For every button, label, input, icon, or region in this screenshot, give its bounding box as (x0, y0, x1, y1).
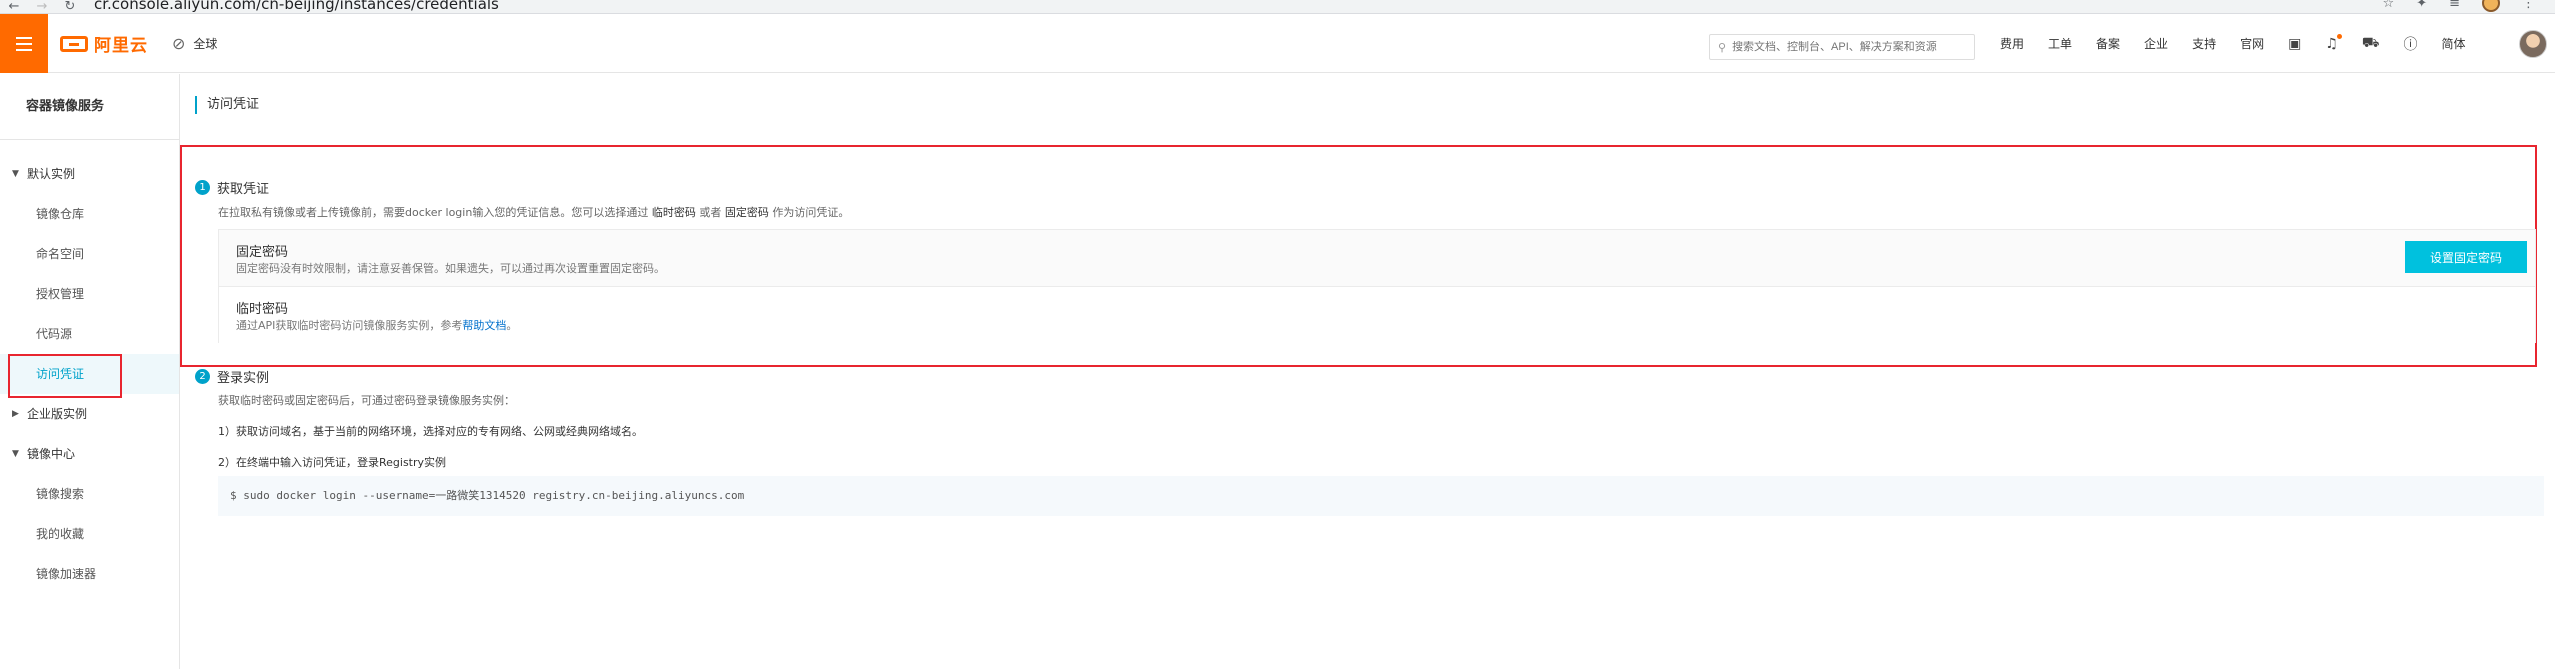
fixed-password-desc: 固定密码没有时效限制，请注意妥善保管。如果遗失，可以通过再次设置重置固定密码。 (236, 262, 665, 275)
step-number-badge: 1 (195, 180, 210, 195)
caret-down-icon: ▼ (12, 449, 19, 459)
credential-options-panel: 固定密码 固定密码没有时效限制，请注意妥善保管。如果遗失，可以通过再次设置重置固… (218, 229, 2536, 344)
sidebar-item-accelerator[interactable]: 镜像加速器 (0, 554, 179, 594)
bookmark-star-icon[interactable]: ☆ (2383, 0, 2395, 12)
sidebar-title: 容器镜像服务 (0, 74, 179, 140)
sidebar-item-repositories[interactable]: 镜像仓库 (0, 194, 179, 234)
docker-login-command[interactable]: $ sudo docker login --username=一路微笑13145… (218, 476, 2544, 516)
temp-password-row: 临时密码 通过API获取临时密码访问镜像服务实例，参考帮助文档。 (219, 287, 2535, 344)
temp-desc-text: 通过API获取临时密码访问镜像服务实例，参考 (236, 319, 463, 332)
menu-icon-bar (16, 42, 32, 45)
desc-emphasis-fixed: 固定密码 (724, 206, 769, 219)
language-switch[interactable]: 简体 (2442, 35, 2466, 52)
nav-link-website[interactable]: 官网 (2240, 35, 2264, 52)
menu-icon-bar (16, 36, 32, 39)
browser-profile-avatar[interactable] (2482, 0, 2500, 12)
temp-desc-suffix: 。 (506, 319, 518, 332)
temp-password-desc: 通过API获取临时密码访问镜像服务实例，参考帮助文档。 (236, 317, 517, 333)
step-2-line-2: 2）在终端中输入访问凭证，登录Registry实例 (218, 456, 447, 469)
step-2-description: 获取临时密码或固定密码后，可通过密码登录镜像服务实例： (218, 394, 515, 407)
page-title: 访问凭证 (195, 96, 259, 114)
sidebar-item-namespaces[interactable]: 命名空间 (0, 234, 179, 274)
top-nav-links: 费用 工单 备案 企业 支持 官网 ▣ ♫ ⛟ ⓘ 简体 (2000, 14, 2490, 73)
nav-link-support[interactable]: 支持 (2192, 35, 2216, 52)
global-search[interactable]: ⚲ (1709, 34, 1975, 60)
fixed-password-title: 固定密码 (236, 245, 289, 260)
sidebar-group-enterprise-instance[interactable]: ▶ 企业版实例 (0, 394, 179, 434)
console-top-nav: 阿里云 ⊘ 全球 ⚲ 费用 工单 备案 企业 支持 官网 ▣ ♫ ⛟ ⓘ 简体 (0, 14, 2555, 73)
step-title: 登录实例 (217, 371, 270, 386)
aliyun-logo-mark-icon (60, 35, 88, 52)
desc-text: 或者 (695, 206, 725, 219)
browser-toolbar: ← → ↻ cr.console.aliyun.com/cn-beijing/i… (0, 0, 2555, 14)
terminal-icon[interactable]: ▣ (2288, 36, 2301, 52)
step-number-badge: 2 (195, 369, 210, 384)
step-title: 获取凭证 (217, 182, 270, 197)
help-icon[interactable]: ⓘ (2404, 34, 2418, 54)
desc-text: 在拉取私有镜像或者上传镜像前，需要docker login输入您的凭证信息。您可… (218, 206, 652, 219)
sidebar-item-code-source[interactable]: 代码源 (0, 314, 179, 354)
desc-emphasis-temp: 临时密码 (651, 206, 696, 219)
arrow-left-icon[interactable]: ← (0, 0, 28, 13)
reload-icon[interactable]: ↻ (56, 0, 84, 13)
globe-icon: ⊘ (172, 34, 186, 53)
sidebar-group-default-instance[interactable]: ▼ 默认实例 (0, 154, 179, 194)
sidebar-group-label: 镜像中心 (27, 447, 76, 461)
region-label: 全球 (193, 37, 218, 51)
region-selector[interactable]: ⊘ 全球 (172, 14, 217, 73)
user-avatar[interactable] (2519, 30, 2547, 58)
sidebar: 容器镜像服务 ▼ 默认实例 镜像仓库 命名空间 授权管理 代码源 访问凭证 ▶ … (0, 74, 180, 669)
nav-link-tickets[interactable]: 工单 (2048, 35, 2072, 52)
caret-right-icon: ▶ (12, 409, 19, 419)
extensions-icon[interactable]: ✦ (2416, 0, 2427, 12)
address-bar[interactable]: cr.console.aliyun.com/cn-beijing/instanc… (94, 0, 499, 11)
cart-icon[interactable]: ⛟ (2362, 35, 2380, 53)
notification-dot (2336, 33, 2342, 39)
sidebar-group-label: 默认实例 (27, 167, 76, 181)
step-2-header: 2 登录实例 (195, 367, 269, 386)
bell-icon[interactable]: ♫ (2325, 33, 2342, 52)
fixed-password-row: 固定密码 固定密码没有时效限制，请注意妥善保管。如果遗失，可以通过再次设置重置固… (219, 230, 2535, 287)
step-1-header: 1 获取凭证 (195, 178, 269, 197)
temp-password-title: 临时密码 (236, 302, 289, 317)
sidebar-item-image-search[interactable]: 镜像搜索 (0, 474, 179, 514)
step-1-description: 在拉取私有镜像或者上传镜像前，需要docker login输入您的凭证信息。您可… (218, 204, 849, 220)
sidebar-group-image-center[interactable]: ▼ 镜像中心 (0, 434, 179, 474)
nav-link-billing[interactable]: 费用 (2000, 35, 2024, 52)
set-fixed-password-button[interactable]: 设置固定密码 (2405, 241, 2527, 273)
search-icon: ⚲ (1718, 40, 1727, 54)
more-vert-icon[interactable]: ⋮ (2522, 0, 2535, 12)
caret-down-icon: ▼ (12, 169, 19, 179)
sidebar-item-access-credentials[interactable]: 访问凭证 (0, 354, 179, 398)
nav-link-enterprise[interactable]: 企业 (2144, 35, 2168, 52)
media-icon[interactable]: ≡ (2449, 0, 2460, 12)
nav-link-icp[interactable]: 备案 (2096, 35, 2120, 52)
sidebar-item-authorization[interactable]: 授权管理 (0, 274, 179, 314)
arrow-right-icon[interactable]: → (28, 0, 56, 13)
step-2-line-1: 1）获取访问域名，基于当前的网络环境，选择对应的专有网络、公网或经典网络域名。 (218, 425, 643, 438)
menu-icon-bar (16, 48, 32, 51)
logo-text: 阿里云 (94, 36, 148, 56)
browser-actions: ☆ ✦ ≡ ⋮ (2383, 0, 2535, 12)
search-input[interactable] (1732, 41, 1963, 53)
sidebar-group-label: 企业版实例 (27, 407, 88, 421)
desc-text: 作为访问凭证。 (768, 206, 850, 219)
help-doc-link[interactable]: 帮助文档 (462, 319, 506, 332)
aliyun-logo[interactable]: 阿里云 (60, 14, 148, 73)
sidebar-item-favorites[interactable]: 我的收藏 (0, 514, 179, 554)
hamburger-menu-button[interactable] (0, 14, 48, 73)
